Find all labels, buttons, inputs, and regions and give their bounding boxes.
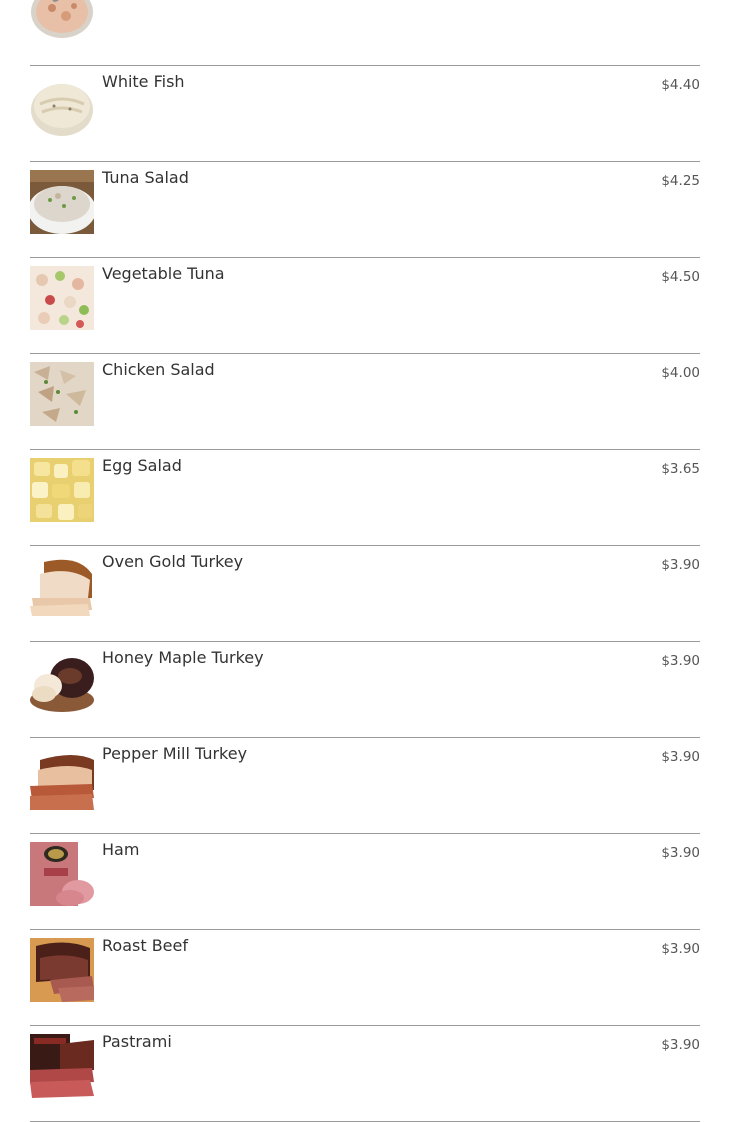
item-name[interactable]: Vegetable Tuna [102,264,225,284]
list-item[interactable]: White Fish $4.40 [30,66,700,162]
tuna-salad-photo-icon[interactable] [30,170,94,234]
vegetable-tuna-photo-icon[interactable] [30,266,94,330]
list-item[interactable]: Pepper Mill Turkey $3.90 [30,738,700,834]
roast-beef-photo-icon[interactable] [30,938,94,1002]
list-item[interactable]: Roast Beef $3.90 [30,930,700,1026]
oven-gold-turkey-photo-icon[interactable] [30,554,94,618]
item-name[interactable]: Oven Gold Turkey [102,552,243,572]
item-name[interactable]: Honey Maple Turkey [102,648,264,668]
item-price: $3.90 [661,845,700,861]
item-name[interactable]: White Fish [102,72,185,92]
item-price: $3.90 [661,749,700,765]
list-item[interactable]: Vegetable Tuna $4.50 [30,258,700,354]
list-item[interactable]: Ham $3.90 [30,834,700,930]
item-name[interactable]: Tuna Salad [102,168,189,188]
item-name[interactable]: Roast Beef [102,936,188,956]
item-name[interactable]: Ham [102,840,139,860]
item-price: $3.65 [661,461,700,477]
pastrami-photo-icon[interactable] [30,1034,94,1098]
item-name[interactable]: Egg Salad [102,456,182,476]
item-price: $4.40 [661,77,700,93]
list-item-partial [30,0,700,66]
item-price: $3.90 [661,557,700,573]
white-fish-photo-icon[interactable] [30,74,94,138]
item-name[interactable]: Chicken Salad [102,360,215,380]
item-price: $4.50 [661,269,700,285]
list-item[interactable]: Honey Maple Turkey $3.90 [30,642,700,738]
list-item[interactable]: Chicken Salad $4.00 [30,354,700,450]
item-price: $4.00 [661,365,700,381]
egg-salad-photo-icon[interactable] [30,458,94,522]
item-price: $3.90 [661,941,700,957]
pepper-mill-turkey-photo-icon[interactable] [30,746,94,810]
list-item[interactable]: Tuna Salad $4.25 [30,162,700,258]
item-price: $4.25 [661,173,700,189]
chicken-salad-photo-icon[interactable] [30,362,94,426]
item-photo-icon[interactable] [30,0,94,42]
list-item[interactable]: Oven Gold Turkey $3.90 [30,546,700,642]
item-price: $3.90 [661,653,700,669]
honey-maple-turkey-photo-icon[interactable] [30,650,94,714]
item-name[interactable]: Pastrami [102,1032,172,1052]
list-item[interactable]: Egg Salad $3.65 [30,450,700,546]
menu-list: White Fish $4.40 Tuna Salad $4.25 Vegeta… [30,0,700,1122]
ham-photo-icon[interactable] [30,842,94,906]
item-price: $3.90 [661,1037,700,1053]
item-name[interactable]: Pepper Mill Turkey [102,744,247,764]
list-item[interactable]: Pastrami $3.90 [30,1026,700,1122]
